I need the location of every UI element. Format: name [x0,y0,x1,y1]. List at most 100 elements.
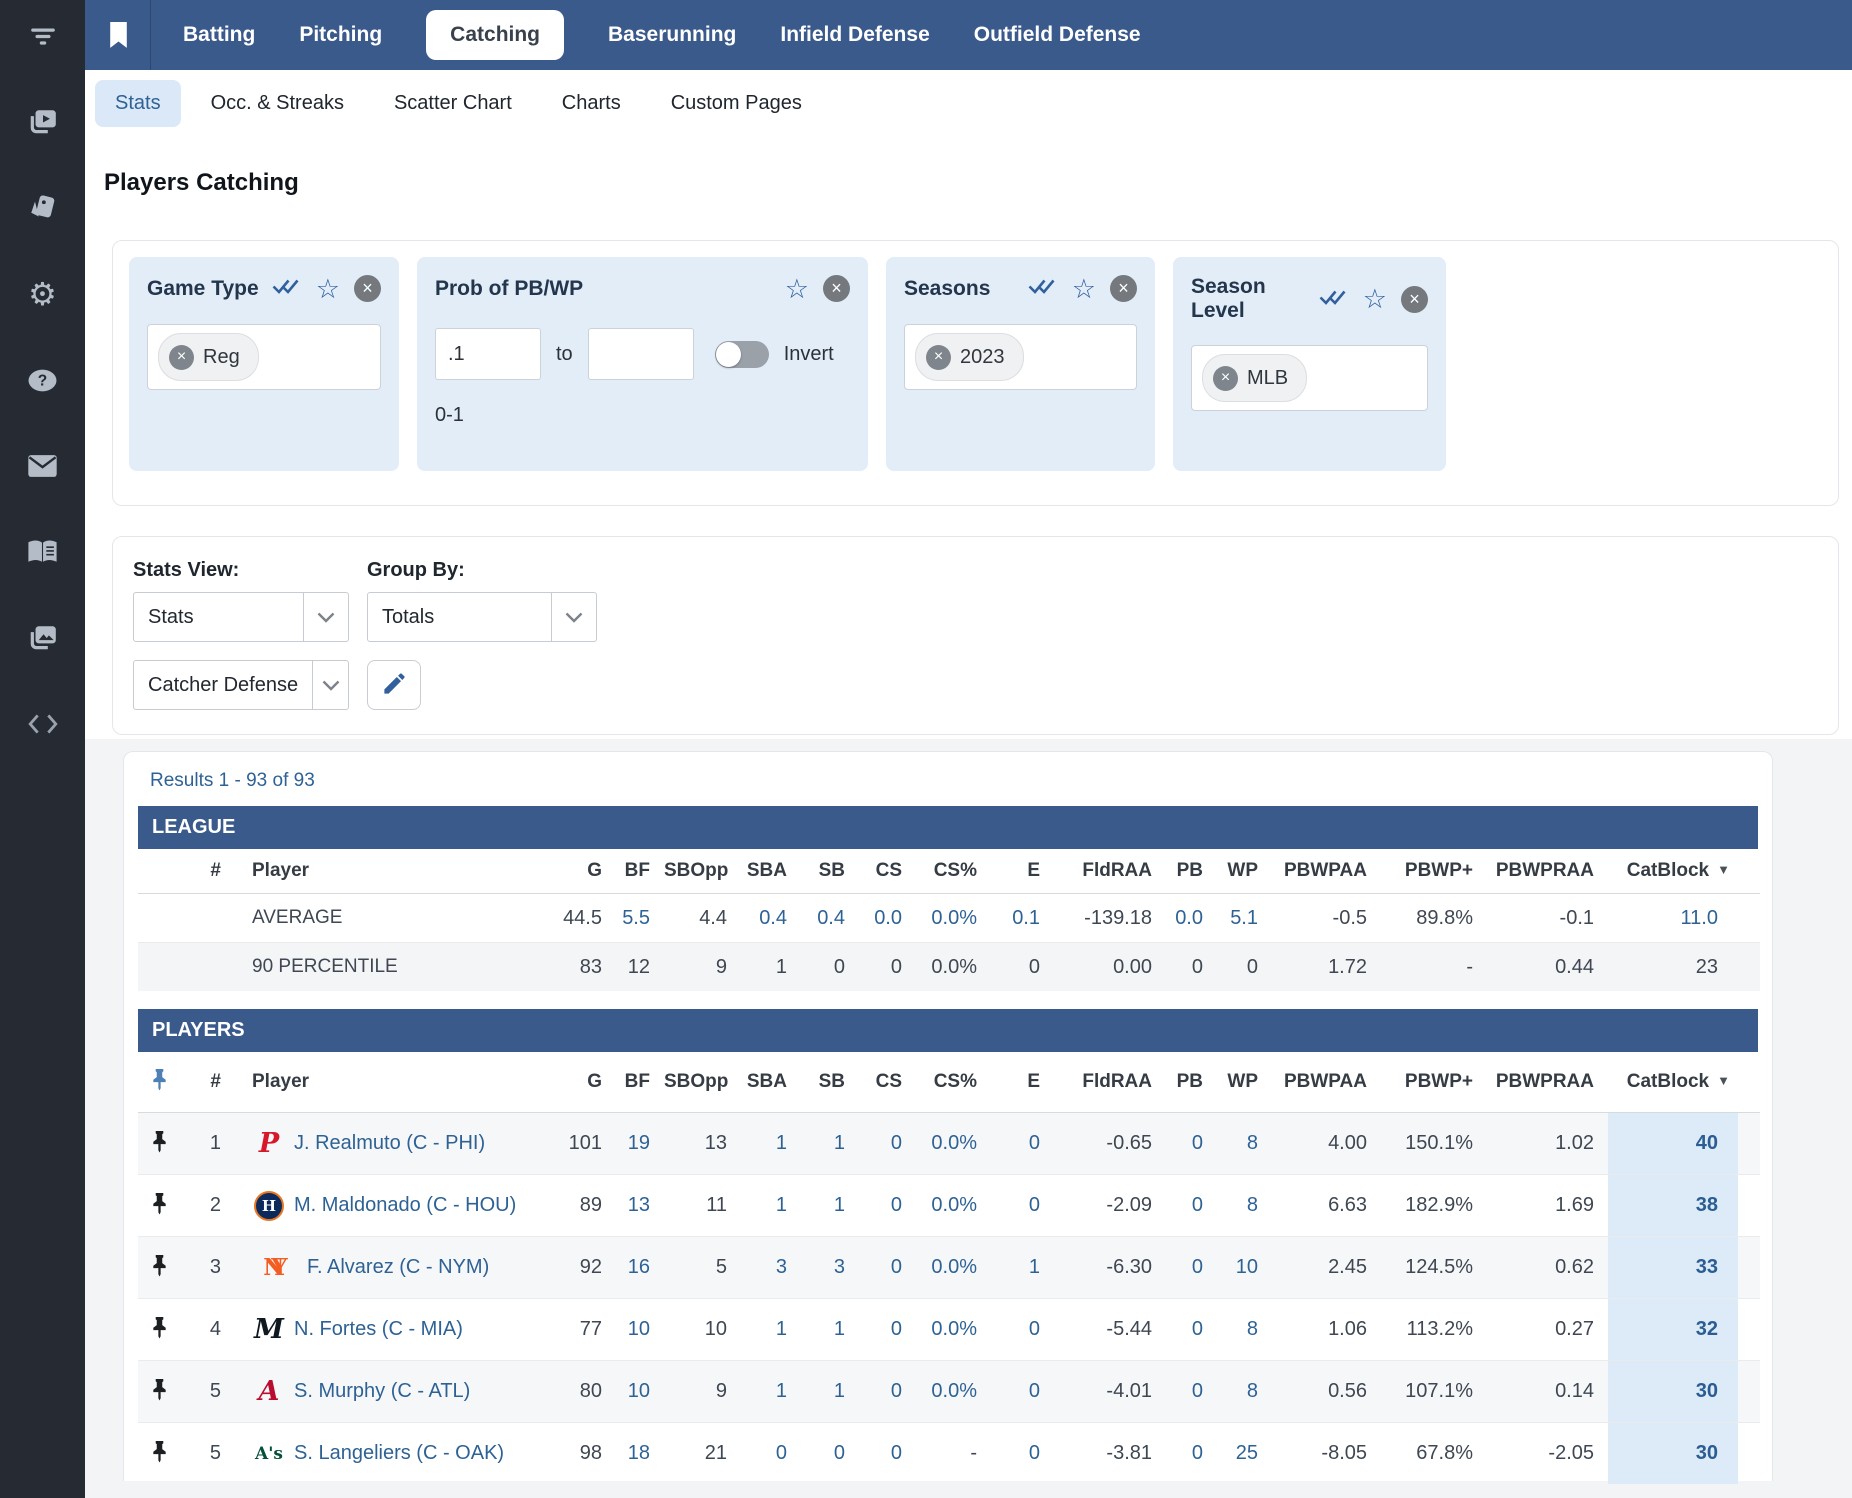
player-name-link[interactable]: M. Maldonado (C - HOU) [294,1194,516,1217]
pin-row-button[interactable] [138,1361,181,1423]
select-all-icon[interactable] [1027,276,1058,301]
sub-tab-charts[interactable]: Charts [542,80,641,127]
chip-season-level[interactable]: × MLB [1202,354,1307,402]
stat-cell-cs[interactable]: 0 [859,1175,916,1237]
column-header-cs[interactable]: CS [859,1052,916,1113]
code-icon[interactable] [23,704,63,744]
stat-cell-cs[interactable]: 0 [859,1237,916,1299]
help-icon[interactable]: ? [23,360,63,400]
stat-cell-catblock[interactable]: 33 [1608,1237,1738,1299]
stat-cell-sba[interactable]: 0 [741,1423,801,1485]
stat-cell-catblock[interactable]: 32 [1608,1299,1738,1361]
edit-report-button[interactable] [367,660,421,710]
top-tab-baserunning[interactable]: Baserunning [608,10,736,60]
stat-cell-cs[interactable]: 0 [859,1423,916,1485]
stat-cell-bf[interactable]: 18 [616,1423,664,1485]
stat-cell-sba[interactable]: 0.4 [741,894,801,943]
favorite-star-icon[interactable]: ☆ [316,279,340,299]
player-column-header[interactable]: Player [229,1052,559,1113]
top-tab-batting[interactable]: Batting [183,10,255,60]
column-header-wp[interactable]: WP [1217,1052,1272,1113]
video-library-icon[interactable] [23,102,63,142]
column-header-bf[interactable]: BF [616,849,664,894]
player-column-header[interactable]: Player [229,849,559,894]
rank-column-header[interactable]: # [181,849,229,894]
stat-cell-wp[interactable]: 10 [1217,1237,1272,1299]
stat-cell-cs[interactable]: 0 [859,1299,916,1361]
stat-cell-e[interactable]: 0.1 [991,894,1054,943]
stat-cell-wp[interactable]: 8 [1217,1299,1272,1361]
stat-cell-sb[interactable]: 1 [801,1299,859,1361]
pin-row-button[interactable] [138,1175,181,1237]
chip-season[interactable]: × 2023 [915,333,1024,381]
results-summary[interactable]: Results 1 - 93 of 93 [150,770,1758,792]
prob-to-input[interactable] [588,328,694,380]
column-header-fldraa[interactable]: FldRAA [1054,1052,1166,1113]
stat-cell-pb[interactable]: 0 [1166,1299,1217,1361]
stat-cell-pb[interactable]: 0 [1166,1175,1217,1237]
stat-cell-cspct[interactable]: 0.0% [916,1175,991,1237]
stat-cell-sb[interactable]: 3 [801,1237,859,1299]
favorite-star-icon[interactable]: ☆ [1363,289,1387,309]
pin-row-button[interactable] [138,1299,181,1361]
stat-cell-e[interactable]: 0 [991,1175,1054,1237]
column-header-g[interactable]: G [559,849,616,894]
stat-cell-bf[interactable]: 19 [616,1113,664,1175]
remove-filter-icon[interactable]: × [1110,275,1137,302]
favorite-star-icon[interactable]: ☆ [1072,279,1096,299]
stat-cell-cs[interactable]: 0.0 [859,894,916,943]
stat-cell-sba[interactable]: 1 [741,1361,801,1423]
stat-cell-catblock[interactable]: 30 [1608,1423,1738,1485]
stat-cell-sb[interactable]: 1 [801,1175,859,1237]
top-tab-outfield-defense[interactable]: Outfield Defense [974,10,1141,60]
stat-cell-bf[interactable]: 10 [616,1299,664,1361]
column-header-cs[interactable]: CS [859,849,916,894]
stat-cell-sb[interactable]: 1 [801,1361,859,1423]
report-select[interactable]: Catcher Defense [133,660,349,710]
stat-cell-pb[interactable]: 0 [1166,1423,1217,1485]
pin-all-icon[interactable] [138,1052,181,1113]
column-header-sb[interactable]: SB [801,849,859,894]
stat-cell-wp[interactable]: 8 [1217,1361,1272,1423]
tags-icon[interactable] [23,188,63,228]
column-header-pbwpplus[interactable]: PBWP+ [1381,1052,1487,1113]
sub-tab-stats[interactable]: Stats [95,80,181,127]
stat-cell-catblock[interactable]: 40 [1608,1113,1738,1175]
pin-row-button[interactable] [138,1237,181,1299]
stat-cell-catblock[interactable]: 11.0 [1608,894,1738,943]
stat-cell-cspct[interactable]: 0.0% [916,894,991,943]
remove-filter-icon[interactable]: × [823,275,850,302]
pin-row-button[interactable] [138,1113,181,1175]
stat-cell-e[interactable]: 0 [991,1361,1054,1423]
pin-row-button[interactable] [138,1423,181,1485]
gear-icon[interactable]: ⚙ [23,274,63,314]
game-type-value-box[interactable]: × Reg [147,324,381,390]
stat-cell-pb[interactable]: 0.0 [1166,894,1217,943]
seasons-value-box[interactable]: × 2023 [904,324,1137,390]
column-header-wp[interactable]: WP [1217,849,1272,894]
stat-cell-sba[interactable]: 3 [741,1237,801,1299]
stat-cell-pb[interactable]: 0 [1166,1361,1217,1423]
stat-cell-cspct[interactable]: 0.0% [916,1113,991,1175]
rank-column-header[interactable]: # [181,1052,229,1113]
stat-cell-wp[interactable]: 25 [1217,1423,1272,1485]
chip-game-type[interactable]: × Reg [158,333,259,381]
player-name-link[interactable]: S. Murphy (C - ATL) [294,1380,470,1403]
column-header-pbwpraa[interactable]: PBWPRAA [1487,849,1608,894]
stat-cell-pb[interactable]: 0 [1166,1113,1217,1175]
column-header-sba[interactable]: SBA [741,1052,801,1113]
sub-tab-custom-pages[interactable]: Custom Pages [651,80,822,127]
stat-cell-sb[interactable]: 1 [801,1113,859,1175]
favorite-star-icon[interactable]: ☆ [785,279,809,299]
stat-cell-wp[interactable]: 8 [1217,1175,1272,1237]
bookmark-icon[interactable] [107,21,130,50]
select-all-icon[interactable] [271,276,302,301]
column-header-cspct[interactable]: CS% [916,1052,991,1113]
remove-filter-icon[interactable]: × [354,275,381,302]
stat-cell-cspct[interactable]: 0.0% [916,1237,991,1299]
media-library-icon[interactable] [23,618,63,658]
column-header-fldraa[interactable]: FldRAA [1054,849,1166,894]
column-header-catblock[interactable]: CatBlock▼ [1608,1052,1738,1113]
column-header-pb[interactable]: PB [1166,1052,1217,1113]
stat-cell-sba[interactable]: 1 [741,1175,801,1237]
